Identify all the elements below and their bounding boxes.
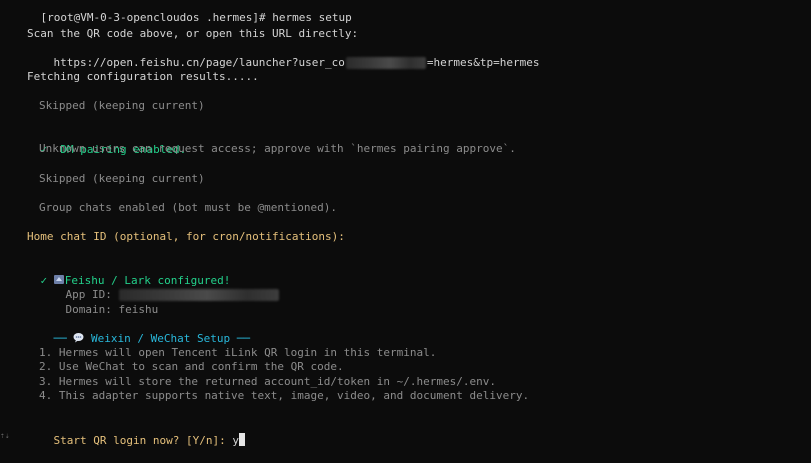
- group-chats-text: Group chats enabled (bot must be @mentio…: [39, 201, 338, 214]
- shell-prompt: [root@VM-0-3-opencloudos .hermes]# herme…: [40, 10, 352, 24]
- domain-value: feishu: [118, 302, 159, 316]
- weixin-setup-title: Weixin / WeChat Setup: [91, 331, 231, 345]
- weixin-step-4: 4. This adapter supports native text, im…: [39, 389, 530, 402]
- domain-label: Domain:: [65, 302, 112, 316]
- qr-login-input[interactable]: y: [232, 434, 239, 447]
- header-rule-left: ──: [53, 331, 67, 345]
- scroll-indicator-icon: ⇡⇣: [0, 431, 10, 440]
- redacted-url-segment: [345, 56, 426, 69]
- qr-login-prompt-line[interactable]: Start QR login now? [Y/n]: y: [27, 418, 245, 463]
- dm-note-text: Unknown users can request access; approv…: [39, 142, 516, 155]
- speech-bubble-icon: [73, 332, 84, 343]
- qr-scan-text: Scan the QR code above, or open this URL…: [27, 27, 359, 40]
- qr-url-suffix: =hermes&tp=hermes: [426, 55, 540, 69]
- skipped-text-2: Skipped (keeping current): [39, 172, 205, 185]
- weixin-step-1: 1. Hermes will open Tencent iLink QR log…: [39, 346, 437, 359]
- weixin-step-3: 3. Hermes will store the returned accoun…: [39, 375, 496, 388]
- text-cursor: [238, 432, 245, 446]
- terminal-window[interactable]: [root@VM-0-3-opencloudos .hermes]# herme…: [0, 0, 811, 447]
- fetching-text: Fetching configuration results.....: [27, 70, 259, 83]
- qr-login-prompt: Start QR login now? [Y/n]:: [53, 433, 226, 447]
- qr-url-prefix: https://open.feishu.cn/page/launcher?use…: [53, 55, 345, 69]
- weixin-step-2: 2. Use WeChat to scan and confirm the QR…: [39, 360, 344, 373]
- home-chat-prompt: Home chat ID (optional, for cron/notific…: [27, 230, 345, 243]
- skipped-text-1: Skipped (keeping current): [39, 99, 205, 112]
- header-rule-right: ──: [236, 331, 250, 345]
